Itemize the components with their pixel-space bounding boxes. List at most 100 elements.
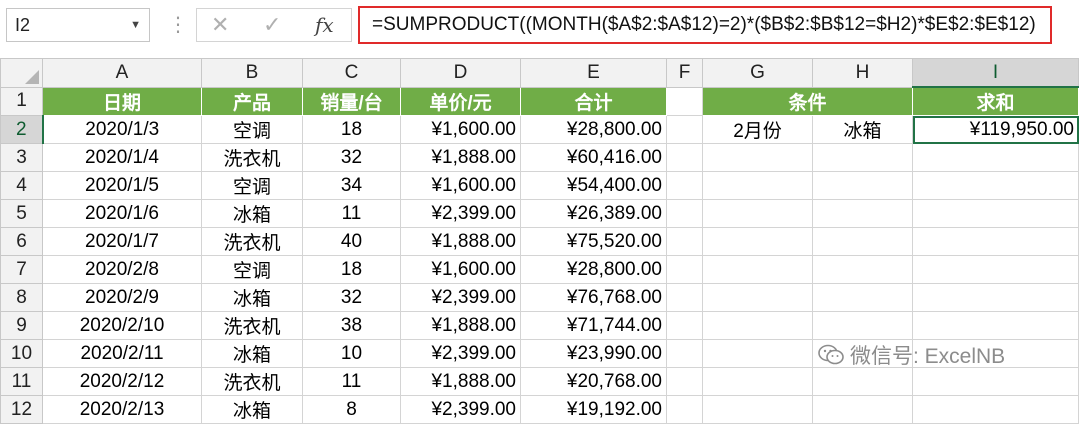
- cell[interactable]: [912, 199, 1079, 228]
- cell-qty[interactable]: 34: [302, 171, 401, 200]
- cell[interactable]: [666, 199, 703, 228]
- cell[interactable]: [702, 255, 813, 284]
- cell[interactable]: [702, 339, 813, 368]
- cell-total[interactable]: ¥26,389.00: [520, 199, 667, 228]
- cell[interactable]: [666, 395, 703, 424]
- cell-date[interactable]: 2020/1/3: [42, 115, 202, 144]
- cell-qty[interactable]: 11: [302, 199, 401, 228]
- cell[interactable]: [912, 255, 1079, 284]
- header-condition[interactable]: 条件: [702, 86, 913, 116]
- header-price[interactable]: 单价/元: [400, 86, 521, 116]
- cell-price[interactable]: ¥1,888.00: [400, 227, 521, 256]
- cell-product[interactable]: 冰箱: [201, 283, 303, 312]
- header-total[interactable]: 合计: [520, 86, 667, 116]
- row-header[interactable]: 7: [0, 255, 43, 284]
- cell[interactable]: [912, 171, 1079, 200]
- cell[interactable]: [666, 283, 703, 312]
- header-product[interactable]: 产品: [201, 86, 303, 116]
- cell-product[interactable]: 洗衣机: [201, 143, 303, 172]
- cell[interactable]: [666, 86, 703, 116]
- cell-total[interactable]: ¥20,768.00: [520, 367, 667, 396]
- cell-date[interactable]: 2020/1/5: [42, 171, 202, 200]
- cell-product[interactable]: 洗衣机: [201, 227, 303, 256]
- cell-total[interactable]: ¥75,520.00: [520, 227, 667, 256]
- cell-date[interactable]: 2020/2/8: [42, 255, 202, 284]
- column-header-g[interactable]: G: [702, 58, 813, 88]
- cell[interactable]: [812, 367, 913, 396]
- enter-icon[interactable]: ✓: [263, 9, 281, 41]
- fx-icon[interactable]: fx: [315, 9, 334, 41]
- cell[interactable]: [912, 367, 1079, 396]
- row-header[interactable]: 5: [0, 199, 43, 228]
- cell[interactable]: [812, 311, 913, 340]
- cell[interactable]: [812, 171, 913, 200]
- column-header-b[interactable]: B: [201, 58, 303, 88]
- cell-date[interactable]: 2020/2/13: [42, 395, 202, 424]
- cell[interactable]: [912, 311, 1079, 340]
- cell[interactable]: [666, 171, 703, 200]
- cell[interactable]: [812, 395, 913, 424]
- cell-date[interactable]: 2020/2/10: [42, 311, 202, 340]
- row-header[interactable]: 12: [0, 395, 43, 424]
- cell-price[interactable]: ¥1,888.00: [400, 311, 521, 340]
- cell[interactable]: [702, 199, 813, 228]
- header-qty[interactable]: 销量/台: [302, 86, 401, 116]
- cell-date[interactable]: 2020/1/6: [42, 199, 202, 228]
- cell[interactable]: [666, 367, 703, 396]
- row-header[interactable]: 1: [0, 86, 43, 116]
- cell[interactable]: [912, 283, 1079, 312]
- column-header-e[interactable]: E: [520, 58, 667, 88]
- column-header-h[interactable]: H: [812, 58, 913, 88]
- row-header[interactable]: 9: [0, 311, 43, 340]
- cell[interactable]: [666, 143, 703, 172]
- row-header[interactable]: 10: [0, 339, 43, 368]
- column-header-i[interactable]: I: [912, 58, 1079, 88]
- cell-qty[interactable]: 40: [302, 227, 401, 256]
- cancel-icon[interactable]: ✕: [211, 9, 229, 41]
- row-header[interactable]: 4: [0, 171, 43, 200]
- cell-qty[interactable]: 32: [302, 143, 401, 172]
- select-all-corner[interactable]: [0, 58, 43, 88]
- cell-qty[interactable]: 11: [302, 367, 401, 396]
- cell-price[interactable]: ¥2,399.00: [400, 283, 521, 312]
- column-header-f[interactable]: F: [666, 58, 703, 88]
- row-header[interactable]: 11: [0, 367, 43, 396]
- row-header[interactable]: 8: [0, 283, 43, 312]
- cell[interactable]: [702, 311, 813, 340]
- cell-qty[interactable]: 18: [302, 115, 401, 144]
- cell-product[interactable]: 空调: [201, 255, 303, 284]
- cell-total[interactable]: ¥28,800.00: [520, 255, 667, 284]
- cell[interactable]: [912, 227, 1079, 256]
- cell-price[interactable]: ¥1,600.00: [400, 171, 521, 200]
- cell[interactable]: [912, 143, 1079, 172]
- cell[interactable]: [702, 283, 813, 312]
- row-header[interactable]: 6: [0, 227, 43, 256]
- cell-date[interactable]: 2020/2/9: [42, 283, 202, 312]
- cell-product[interactable]: 空调: [201, 115, 303, 144]
- result-cell[interactable]: ¥119,950.00: [912, 115, 1079, 144]
- cell-product[interactable]: 冰箱: [201, 395, 303, 424]
- cell-price[interactable]: ¥2,399.00: [400, 395, 521, 424]
- cell-date[interactable]: 2020/2/12: [42, 367, 202, 396]
- cell-total[interactable]: ¥60,416.00: [520, 143, 667, 172]
- cell-price[interactable]: ¥2,399.00: [400, 339, 521, 368]
- cell-qty[interactable]: 8: [302, 395, 401, 424]
- cell[interactable]: [912, 395, 1079, 424]
- cell-price[interactable]: ¥1,888.00: [400, 143, 521, 172]
- cell[interactable]: [666, 339, 703, 368]
- cell-date[interactable]: 2020/1/7: [42, 227, 202, 256]
- cell-total[interactable]: ¥71,744.00: [520, 311, 667, 340]
- cell[interactable]: [812, 199, 913, 228]
- cell-qty[interactable]: 10: [302, 339, 401, 368]
- cell-product[interactable]: 空调: [201, 171, 303, 200]
- formula-input[interactable]: =SUMPRODUCT((MONTH($A$2:$A$12)=2)*($B$2:…: [358, 6, 1052, 44]
- cell[interactable]: [702, 143, 813, 172]
- cell[interactable]: [702, 395, 813, 424]
- criteria-product[interactable]: 冰箱: [812, 115, 913, 144]
- cell[interactable]: [666, 255, 703, 284]
- cell-total[interactable]: ¥19,192.00: [520, 395, 667, 424]
- cell-product[interactable]: 冰箱: [201, 199, 303, 228]
- column-header-c[interactable]: C: [302, 58, 401, 88]
- cell-total[interactable]: ¥76,768.00: [520, 283, 667, 312]
- cell-price[interactable]: ¥1,600.00: [400, 115, 521, 144]
